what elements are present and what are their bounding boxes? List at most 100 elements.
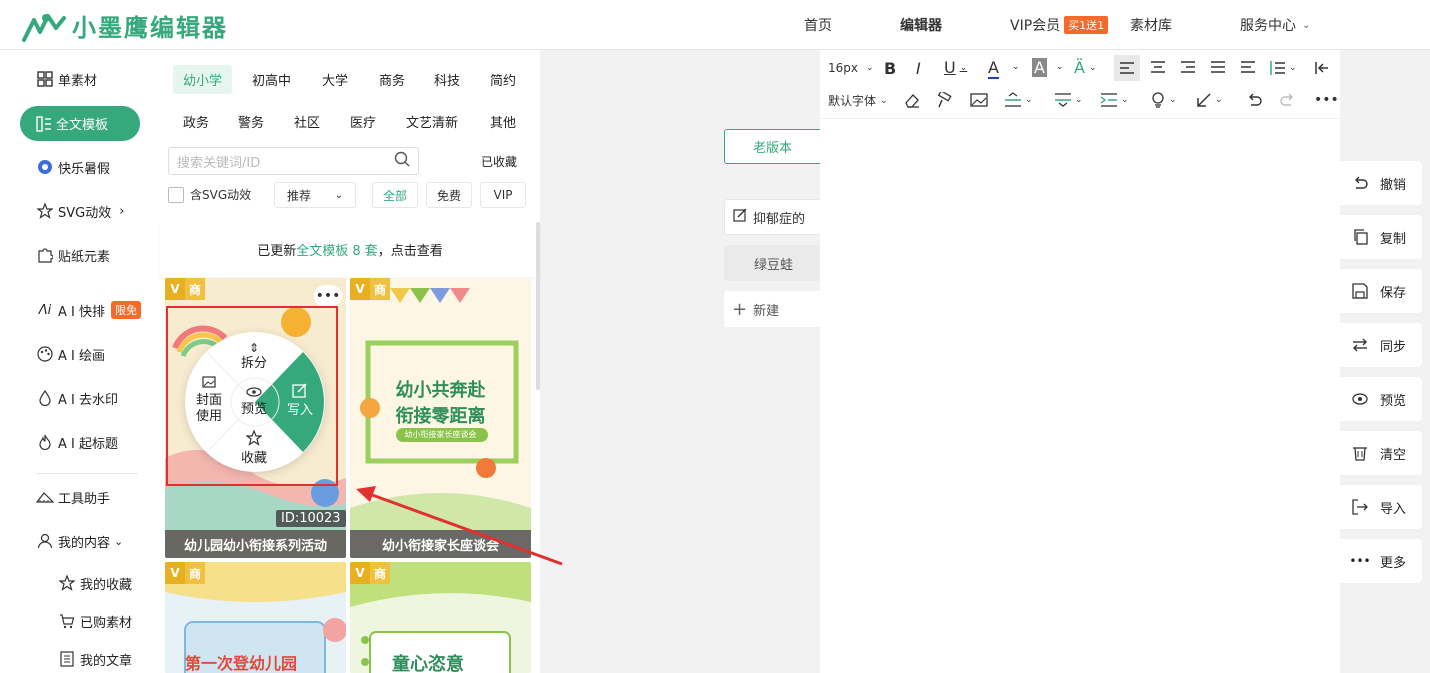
category-tab[interactable]: 医疗 <box>350 112 376 131</box>
undo-button[interactable]: 撤销 <box>1340 161 1422 205</box>
leftnav-purchased[interactable]: 已购素材 <box>58 609 132 633</box>
leftnav-sticker[interactable]: 贴纸元素 <box>36 243 110 267</box>
arrow-icon[interactable]: ⌄ <box>1196 92 1223 108</box>
category-tab[interactable]: 警务 <box>238 112 264 131</box>
commercial-badge: 商 <box>185 562 205 584</box>
update-notice[interactable]: 已更新 全文模板 8 套 ，点击查看 <box>160 222 540 277</box>
sync-button[interactable]: 同步 <box>1340 323 1422 367</box>
text-effect-icon[interactable]: Ä ⌄ <box>1074 58 1097 77</box>
checkbox[interactable] <box>168 186 184 203</box>
preview-button[interactable]: 预览 <box>1340 377 1422 421</box>
nav-service[interactable]: 服务中心 ⌄ <box>1240 0 1310 50</box>
palette-icon <box>36 345 54 363</box>
leftnav-label: A I 去水印 <box>58 392 118 408</box>
notice-prefix: 已更新 <box>257 244 297 259</box>
line-height-icon[interactable]: ⌄ <box>1268 60 1297 76</box>
highlight-color-icon[interactable]: A <box>1032 58 1047 77</box>
leftnav-summer[interactable]: 快乐暑假 <box>36 155 110 179</box>
redo-icon[interactable] <box>1280 92 1296 108</box>
nav-library[interactable]: 素材库 <box>1130 0 1172 50</box>
category-tab[interactable]: 文艺清新 <box>406 112 458 131</box>
logo[interactable]: 小墨鹰编辑器 <box>22 8 228 43</box>
copy-button[interactable]: 复制 <box>1340 215 1422 259</box>
leftnav-ai-layout[interactable]: Λi A I 快排 限免 <box>36 298 141 322</box>
category-tab[interactable]: 幼小学 <box>173 65 233 94</box>
nav-home[interactable]: 首页 <box>804 0 832 50</box>
bold-icon[interactable]: B <box>884 59 896 78</box>
more-icon: ••• <box>315 288 341 304</box>
image-icon[interactable] <box>970 92 988 108</box>
underline-icon[interactable]: U ⌄ <box>944 58 967 77</box>
import-button[interactable]: 导入 <box>1340 485 1422 529</box>
filter-all[interactable]: 全部 <box>372 182 418 208</box>
align-right-icon[interactable] <box>1180 60 1196 74</box>
leftnav-svg[interactable]: SVG动效 › <box>36 199 124 223</box>
category-tab[interactable]: 商务 <box>379 70 405 89</box>
letter-spacing-icon[interactable]: ⌄ <box>1054 92 1083 108</box>
chevron-down-icon: ⌄ <box>1088 62 1097 73</box>
search-input[interactable]: 搜索关键词/ID <box>168 147 419 175</box>
align-left-icon[interactable] <box>1114 55 1140 81</box>
leftnav-single-material[interactable]: 单素材 <box>36 67 97 91</box>
category-tab[interactable]: 初高中 <box>252 70 291 89</box>
exit-format-icon[interactable] <box>1314 60 1330 76</box>
italic-icon[interactable]: I <box>916 59 921 78</box>
filter-free[interactable]: 免费 <box>426 182 472 208</box>
sort-select[interactable]: 推荐 ⌄ <box>274 182 356 208</box>
editor-canvas[interactable]: 16px ⌄ B I U ⌄ A ⌄ A ⌄ Ä ⌄ ⌄ 默认字体 ⌄ ⌄ ⌄ ⌄ ⌄ … <box>820 50 1340 673</box>
doc-tab[interactable]: 绿豆蛙 <box>724 245 820 281</box>
collected-link[interactable]: 已收藏 <box>481 153 517 170</box>
text-indent-icon[interactable]: ⌄ <box>1100 92 1129 108</box>
leftnav-full-template[interactable]: 全文模板 <box>20 106 140 141</box>
filter-vip[interactable]: VIP <box>480 182 526 208</box>
leftnav-tools[interactable]: 工具助手 <box>36 485 110 509</box>
notice-suffix: ，点击查看 <box>377 244 443 259</box>
font-size-select[interactable]: 16px ⌄ <box>828 61 874 75</box>
leftnav-ai-watermark[interactable]: A I 去水印 <box>36 386 118 410</box>
card-more-button[interactable]: ••• <box>314 285 342 307</box>
leftnav-my-articles[interactable]: 我的文章 <box>58 647 132 671</box>
category-tab[interactable]: 其他 <box>490 112 516 131</box>
svg-filter-checkbox[interactable]: 含SVG动效 <box>168 186 251 203</box>
leftnav-my-content[interactable]: 我的内容 ⌄ <box>36 529 123 553</box>
rightbar-label: 更多 <box>1380 555 1407 571</box>
nav-vip[interactable]: VIP会员 买1送1 <box>1010 0 1109 50</box>
undo-icon[interactable] <box>1246 92 1262 108</box>
chevron-down-icon[interactable]: ⌄ <box>1012 62 1020 72</box>
category-tab[interactable]: 政务 <box>183 112 209 131</box>
format-painter-icon[interactable] <box>936 92 952 108</box>
template-card[interactable]: 第一次登幼儿园 V 商 <box>165 562 346 673</box>
category-tab[interactable]: 简约 <box>490 70 516 89</box>
font-family-select[interactable]: 默认字体 ⌄ <box>828 92 888 109</box>
justify-icon[interactable] <box>1210 60 1226 74</box>
clear-button[interactable]: 清空 <box>1340 431 1422 475</box>
template-id-tag: ID:10023 <box>276 510 346 527</box>
save-icon <box>1352 283 1368 299</box>
category-tab[interactable]: 大学 <box>322 70 348 89</box>
more-button[interactable]: ••• 更多 <box>1340 539 1422 583</box>
chevron-down-icon: ⌄ <box>1215 95 1223 105</box>
category-tab[interactable]: 科技 <box>434 70 460 89</box>
save-button[interactable]: 保存 <box>1340 269 1422 313</box>
leftnav-my-collect[interactable]: 我的收藏 <box>58 571 132 595</box>
more-icon[interactable]: ••• <box>1314 92 1339 108</box>
doc-tab[interactable]: 抑郁症的 <box>724 199 820 235</box>
eagle-logo-icon <box>22 13 66 42</box>
bulb-icon[interactable]: ⌄ <box>1150 92 1177 108</box>
panel-scrollbar[interactable] <box>536 222 540 390</box>
leftnav-ai-title[interactable]: A I 起标题 <box>36 430 118 454</box>
template-card[interactable]: 童心恣意 V 商 <box>350 562 531 673</box>
new-doc-button[interactable]: + 新建 <box>724 291 820 327</box>
spacing-icon[interactable]: ⌄ <box>1004 92 1033 108</box>
search-icon[interactable] <box>394 151 410 171</box>
eraser-icon[interactable] <box>904 92 920 108</box>
nav-editor[interactable]: 编辑器 <box>900 0 942 50</box>
font-color-icon[interactable]: A <box>988 58 999 79</box>
indent-icon[interactable] <box>1240 60 1256 74</box>
category-tab[interactable]: 社区 <box>294 112 320 131</box>
align-center-icon[interactable] <box>1150 60 1166 74</box>
leftnav-ai-draw[interactable]: A I 绘画 <box>36 342 105 366</box>
chevron-down-icon[interactable]: ⌄ <box>1056 62 1064 72</box>
rightbar-label: 同步 <box>1380 339 1407 355</box>
old-version-button[interactable]: 老版本 <box>724 129 820 164</box>
